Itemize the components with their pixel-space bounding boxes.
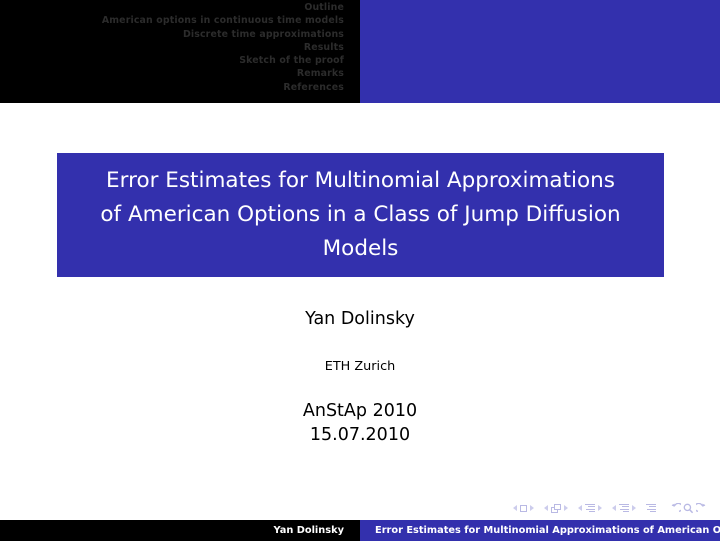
slide-footer-bar: Yan Dolinsky Error Estimates for Multino… bbox=[0, 520, 720, 541]
page-title: Error Estimates for Multinomial Approxim… bbox=[88, 164, 632, 266]
outline-item-results[interactable]: Results bbox=[102, 41, 344, 54]
current-subsection-icon[interactable] bbox=[585, 503, 595, 513]
find-icon[interactable] bbox=[683, 503, 694, 514]
previous-section-icon[interactable] bbox=[612, 505, 616, 511]
section-navigation-group[interactable] bbox=[612, 503, 636, 513]
title-line-3: Models bbox=[322, 236, 399, 261]
back-icon[interactable] bbox=[670, 502, 681, 514]
next-frame-icon[interactable] bbox=[564, 505, 568, 511]
footer-author-section: Yan Dolinsky bbox=[0, 520, 360, 541]
outline-item-remarks[interactable]: Remarks bbox=[102, 67, 344, 80]
slide-header-bar: Outline American options in continuous t… bbox=[0, 0, 720, 103]
outline-item-references[interactable]: References bbox=[102, 81, 344, 94]
current-frame-icon[interactable] bbox=[551, 503, 561, 513]
event-date: 15.07.2010 bbox=[309, 425, 411, 445]
next-subsection-icon[interactable] bbox=[598, 505, 602, 511]
author-name: Yan Dolinsky bbox=[305, 309, 415, 329]
footer-title-section: Error Estimates for Multinomial Approxim… bbox=[360, 520, 720, 541]
header-accent-panel bbox=[360, 0, 720, 103]
title-block: Error Estimates for Multinomial Approxim… bbox=[57, 153, 664, 277]
current-slide-icon[interactable] bbox=[520, 504, 527, 512]
outline-item-outline[interactable]: Outline bbox=[102, 1, 344, 14]
current-section-icon[interactable] bbox=[619, 503, 629, 513]
footer-author: Yan Dolinsky bbox=[273, 525, 344, 536]
slide-navigation-group[interactable] bbox=[513, 504, 534, 512]
table-of-contents-icon[interactable] bbox=[646, 503, 656, 513]
document-navigation-group[interactable] bbox=[670, 502, 707, 514]
event-name: AnStAp 2010 bbox=[302, 401, 418, 421]
toc-navigation-group[interactable] bbox=[646, 503, 656, 513]
title-line-1: Error Estimates for Multinomial Approxim… bbox=[106, 168, 615, 193]
outline-item-american-options-continuous[interactable]: American options in continuous time mode… bbox=[102, 14, 344, 27]
forward-icon[interactable] bbox=[696, 502, 707, 514]
author-block: Yan Dolinsky ETH Zurich AnStAp 2010 15.0… bbox=[0, 308, 720, 447]
presentation-slide: Outline American options in continuous t… bbox=[0, 0, 720, 541]
next-slide-icon[interactable] bbox=[530, 505, 534, 511]
title-line-2: of American Options in a Class of Jump D… bbox=[100, 202, 621, 227]
subsection-navigation-group[interactable] bbox=[578, 503, 602, 513]
outline-section-list: Outline American options in continuous t… bbox=[102, 1, 344, 94]
outline-item-discrete-time-approximations[interactable]: Discrete time approximations bbox=[102, 28, 344, 41]
previous-slide-icon[interactable] bbox=[513, 505, 517, 511]
footer-title: Error Estimates for Multinomial Approxim… bbox=[375, 525, 720, 536]
author-institute: ETH Zurich bbox=[324, 359, 396, 374]
next-section-icon[interactable] bbox=[632, 505, 636, 511]
outline-item-sketch-of-the-proof[interactable]: Sketch of the proof bbox=[102, 54, 344, 67]
previous-subsection-icon[interactable] bbox=[578, 505, 582, 511]
frame-navigation-group[interactable] bbox=[544, 503, 568, 513]
beamer-navigation-symbols[interactable] bbox=[513, 499, 707, 517]
previous-frame-icon[interactable] bbox=[544, 505, 548, 511]
outline-navigation-panel: Outline American options in continuous t… bbox=[0, 0, 360, 103]
